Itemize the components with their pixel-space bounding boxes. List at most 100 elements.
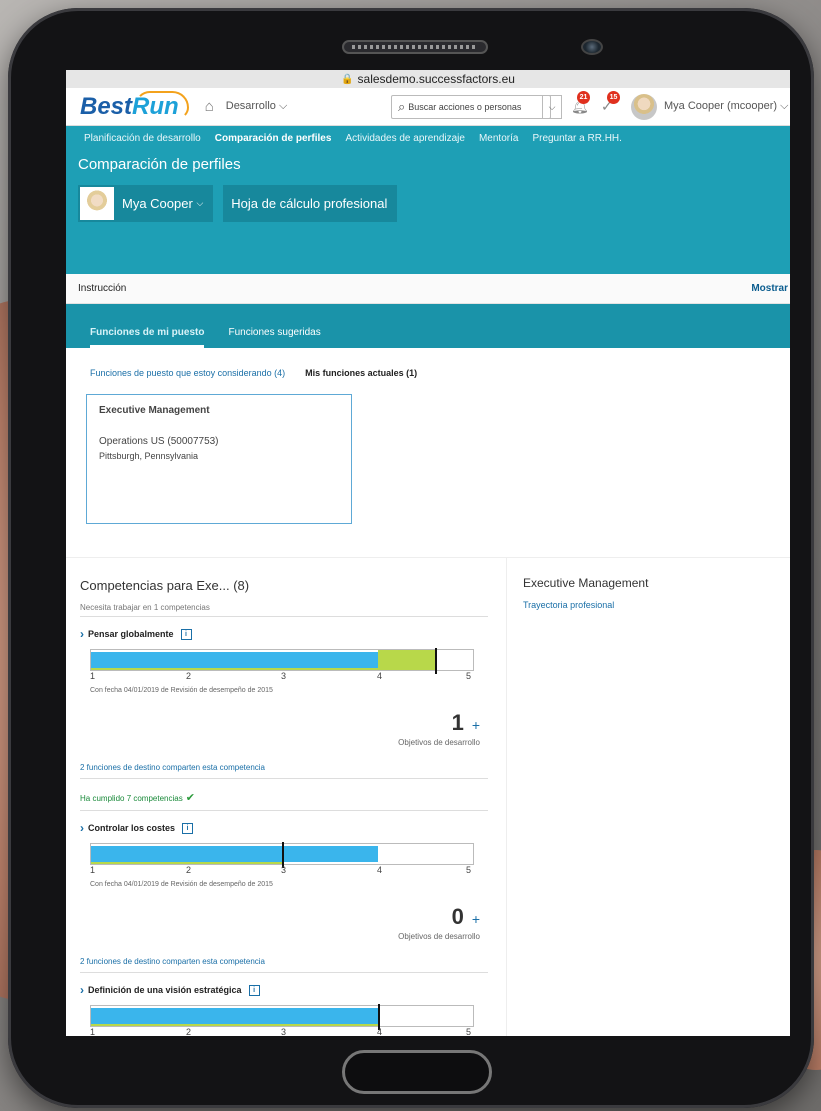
notifications-bell-icon[interactable]: 🔔︎ 21	[571, 91, 590, 115]
photo-scene: 🔒 salesdemo.successfactors.eu BestRun ⌂ …	[0, 0, 821, 1111]
chevron-down-icon: ⌵	[196, 198, 204, 208]
module-selector[interactable]: Desarrollo ⌵	[226, 100, 288, 113]
page-header: Comparación de perfiles Mya Cooper ⌵ Hoj…	[66, 150, 790, 274]
rating-fill	[91, 846, 378, 862]
home-icon[interactable]: ⌂	[205, 98, 214, 115]
logo-best: Best	[80, 92, 133, 120]
rating-bar	[90, 1004, 474, 1030]
chevron-right-icon[interactable]: ›	[80, 983, 84, 997]
considering-roles-link[interactable]: Funciones de puesto que estoy consideran…	[90, 368, 285, 378]
shell-bar: BestRun ⌂ Desarrollo ⌵ ⌕ Buscar acciones…	[66, 88, 790, 126]
module-label: Desarrollo	[225, 100, 276, 112]
scale-tick: 5	[466, 671, 472, 681]
todo-badge: 15	[607, 91, 620, 104]
tablet-camera	[581, 39, 603, 55]
competency-item: › Definición de una visión estratégica i…	[80, 983, 488, 1036]
competency-area: Competencias para Exe... (8) Necesita tr…	[66, 558, 790, 1036]
user-name: Mya Cooper (mcooper)	[664, 100, 778, 112]
scale-tick: 4	[377, 1027, 383, 1036]
rating-bar	[90, 842, 474, 868]
rating-scale: 1 2 3 4 5	[90, 671, 474, 683]
rating-date: Con fecha 04/01/2019 de Revisión de dese…	[90, 687, 273, 694]
rating-bar	[90, 648, 474, 674]
show-instruction-link[interactable]: Mostrar	[751, 283, 788, 294]
scale-tick: 2	[186, 1027, 192, 1036]
role-card-title: Executive Management	[99, 405, 210, 416]
search-scope-dropdown[interactable]: ⌵	[542, 95, 562, 119]
nav-item-learning[interactable]: Actividades de aprendizaje	[345, 133, 465, 144]
rating-date: Con fecha 04/01/2019 de Revisión de dese…	[90, 881, 273, 888]
logo-cloud-icon	[135, 90, 189, 119]
person-avatar	[80, 187, 114, 220]
tab-suggested-roles[interactable]: Funciones sugeridas	[228, 327, 320, 348]
worksheet-button[interactable]: Hoja de cálculo profesional	[223, 185, 398, 222]
add-objective-button[interactable]: +	[472, 911, 480, 927]
rating-scale: 1 2 3 4 5	[90, 865, 474, 877]
scale-tick: 4	[377, 671, 383, 681]
info-icon[interactable]: i	[248, 984, 260, 996]
info-icon[interactable]: i	[182, 822, 194, 834]
nav-item-profile-comparison[interactable]: Comparación de perfiles	[215, 133, 332, 144]
tab-my-position-roles[interactable]: Funciones de mi puesto	[90, 327, 205, 348]
current-roles-link[interactable]: Mis funciones actuales (1)	[305, 368, 417, 378]
person-selector[interactable]: Mya Cooper ⌵	[78, 185, 214, 222]
module-nav: Planificación de desarrollo Comparación …	[66, 126, 790, 150]
competency-item: › Controlar los costes i 1 2 3 4 5 Con fecha…	[80, 821, 488, 973]
bestrun-logo[interactable]: BestRun	[80, 90, 189, 121]
info-icon[interactable]: i	[180, 628, 192, 640]
role-card-org: Operations US (50007753)	[99, 436, 219, 447]
scale-tick: 5	[466, 865, 472, 875]
scale-tick: 1	[90, 865, 96, 875]
nav-item-ask-hr[interactable]: Preguntar a RR.HH.	[532, 133, 621, 144]
scale-tick: 2	[186, 671, 192, 681]
scale-tick: 3	[281, 671, 287, 681]
role-detail-title: Executive Management	[523, 576, 649, 590]
url-text: salesdemo.successfactors.eu	[357, 72, 515, 86]
expected-edge	[91, 862, 282, 864]
scale-tick: 1	[90, 1027, 96, 1036]
user-avatar[interactable]	[631, 94, 657, 120]
worksheet-label: Hoja de cálculo profesional	[231, 196, 388, 211]
role-detail-panel: Executive Management Trayectoria profesi…	[506, 558, 790, 1036]
role-card-location: Pittsburgh, Pennsylvania	[99, 451, 199, 461]
person-name: Mya Cooper	[122, 196, 193, 211]
shared-roles-link[interactable]: 2 funciones de destino comparten esta co…	[80, 763, 488, 779]
tablet-home-button[interactable]	[342, 1050, 492, 1094]
scale-tick: 2	[186, 865, 192, 875]
scale-tick: 1	[90, 671, 96, 681]
browser-url-bar[interactable]: 🔒 salesdemo.successfactors.eu	[66, 70, 790, 88]
tablet-screen: 🔒 salesdemo.successfactors.eu BestRun ⌂ …	[66, 70, 790, 1036]
search-input[interactable]: ⌕ Buscar acciones o personas	[391, 95, 551, 119]
objectives-label: Objetivos de desarrollo	[398, 738, 480, 747]
career-path-link[interactable]: Trayectoria profesional	[523, 600, 790, 610]
instruction-label: Instrucción	[78, 283, 127, 294]
competency-name[interactable]: Pensar globalmente	[88, 629, 174, 639]
scale-tick: 4	[377, 865, 383, 875]
nav-item-mentoring[interactable]: Mentoría	[479, 133, 518, 144]
scale-tick: 3	[281, 865, 287, 875]
rating-fill	[91, 1008, 378, 1024]
add-objective-button[interactable]: +	[472, 717, 480, 733]
gap-fill	[378, 650, 435, 670]
chevron-right-icon[interactable]: ›	[80, 627, 84, 641]
objectives-count: 0	[451, 904, 464, 929]
scale-tick: 3	[281, 1027, 287, 1036]
todo-check-icon[interactable]: ✓ 15	[601, 91, 620, 115]
user-menu[interactable]: Mya Cooper (mcooper) ⌵	[664, 100, 789, 113]
objectives-count: 1	[451, 710, 464, 735]
role-card[interactable]: Executive Management Operations US (5000…	[86, 394, 352, 524]
tablet-speaker	[342, 40, 488, 54]
shared-roles-link[interactable]: 2 funciones de destino comparten esta co…	[80, 957, 488, 973]
rating-scale: 1 2 3 4 5	[90, 1027, 474, 1036]
chevron-right-icon[interactable]: ›	[80, 821, 84, 835]
objectives-block: 0 + Objetivos de desarrollo	[80, 904, 488, 941]
competencies-title: Competencias para Exe... (8)	[80, 578, 250, 593]
lock-icon: 🔒	[341, 73, 354, 85]
competency-name[interactable]: Controlar los costes	[88, 823, 175, 833]
nav-item-dev-planning[interactable]: Planificación de desarrollo	[84, 133, 201, 144]
expected-edge	[91, 668, 378, 670]
rating-fill	[91, 652, 378, 668]
competency-panel: Competencias para Exe... (8) Necesita tr…	[66, 558, 506, 1036]
competency-name[interactable]: Definición de una visión estratégica	[88, 985, 242, 995]
search-icon: ⌕	[398, 99, 406, 114]
